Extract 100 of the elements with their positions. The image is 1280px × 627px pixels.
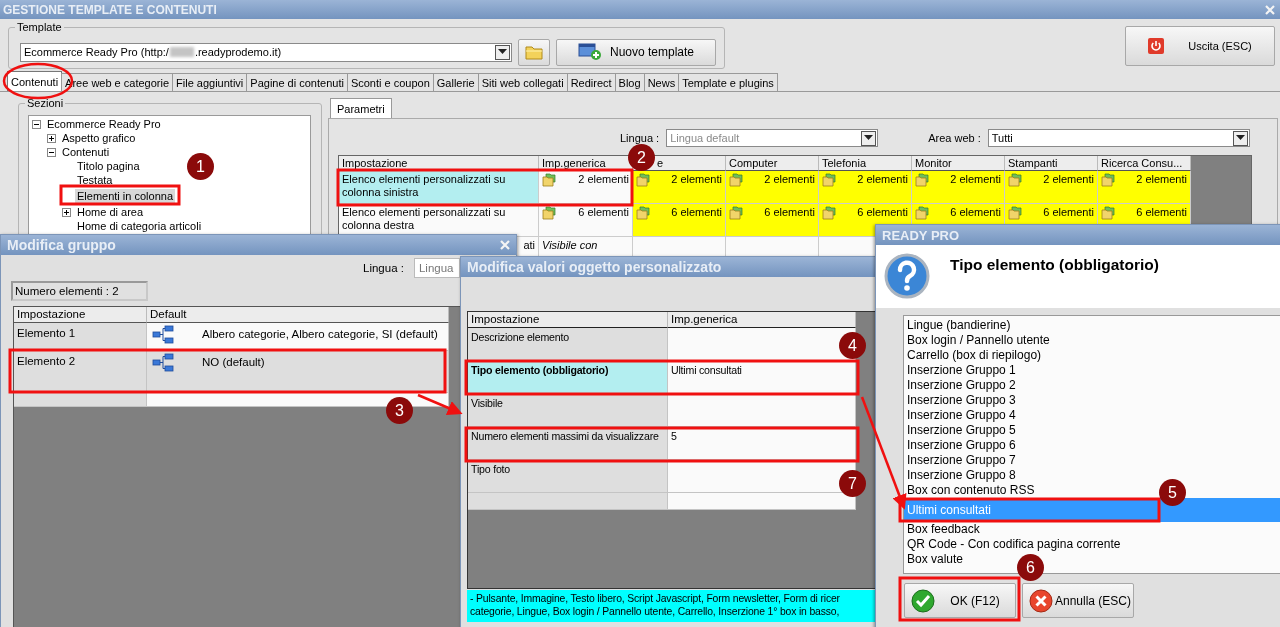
tab[interactable]: Blog xyxy=(614,73,645,91)
list-item[interactable]: Inserzione Gruppo 4 xyxy=(904,408,1018,423)
tree-item[interactable]: Aspetto grafico xyxy=(60,131,138,145)
folder-icon xyxy=(542,173,556,187)
field-label: Lingua : xyxy=(363,262,404,274)
list-item[interactable]: Inserzione Gruppo 5 xyxy=(904,423,1018,438)
table-cell: Descrizione elemento xyxy=(468,328,668,361)
table-cell: 2 elementi xyxy=(539,171,633,204)
list-item[interactable]: Inserzione Gruppo 2 xyxy=(904,378,1018,393)
table-cell: 2 elementi xyxy=(1005,171,1098,204)
tab[interactable]: Sconti e coupon xyxy=(346,73,434,91)
list-item[interactable]: Inserzione Gruppo 8 xyxy=(904,468,1018,483)
list-item[interactable]: Box login / Pannello utente xyxy=(904,333,1052,348)
table-cell: 6 elementi xyxy=(726,204,819,237)
pointer-arrow xyxy=(417,393,463,415)
tab[interactable]: Siti web collegati xyxy=(477,73,568,91)
column-header: Ricerca Consu... xyxy=(1098,156,1191,171)
list-item[interactable]: QR Code - Con codifica pagina corrente xyxy=(904,537,1123,552)
dropdown-button[interactable] xyxy=(1232,130,1248,146)
tab[interactable]: File aggiuntivi xyxy=(172,73,248,91)
tree-item[interactable]: Ecommerce Ready Pro xyxy=(45,117,163,131)
column-header: Stampanti xyxy=(1005,156,1098,171)
field-label: Area web : xyxy=(928,132,981,144)
help-text-line: - Pulsante, Immagine, Testo libero, Script Javascript, Form newsletter, Form di ricer xyxy=(470,592,841,605)
table-cell: 2 elementi xyxy=(819,171,912,204)
column-header: Computer xyxy=(726,156,819,171)
folder-icon xyxy=(915,206,929,220)
tree-item[interactable]: Titolo pagina xyxy=(75,159,142,173)
power-icon xyxy=(1148,38,1165,54)
cancel-icon xyxy=(1029,588,1053,613)
expand-toggle-icon[interactable] xyxy=(62,207,71,217)
list-item[interactable]: Lingue (bandierine) xyxy=(904,318,1013,333)
list-item[interactable]: Box valute xyxy=(904,552,966,567)
list-item[interactable]: Inserzione Gruppo 6 xyxy=(904,438,1018,453)
table-cell: 6 elementi xyxy=(633,204,726,237)
list-item[interactable]: Inserzione Gruppo 1 xyxy=(904,363,1018,378)
help-text-line: categorie, Lingue, Box login / Pannello utente, Carrello, Inserzione 1° box in basso, xyxy=(470,605,841,618)
folder-icon xyxy=(915,173,929,187)
list-item[interactable]: Carrello (box di riepilogo) xyxy=(904,348,1044,363)
dropdown-button[interactable] xyxy=(495,44,510,60)
close-icon[interactable] xyxy=(500,240,510,250)
cancel-button[interactable]: Annulla (ESC) xyxy=(1022,583,1134,618)
folder-icon xyxy=(542,206,556,220)
dialog-question: Tipo elemento (obbligatorio) xyxy=(950,256,1159,274)
table-cell: NO (default) xyxy=(147,351,449,393)
folder-icon xyxy=(1101,173,1115,187)
template-combo[interactable]: Ecommerce Ready Pro (http:/ .readyprodemo.it) xyxy=(20,42,512,62)
folder-icon xyxy=(822,206,836,220)
collapse-toggle-icon[interactable] xyxy=(47,147,56,157)
tab[interactable]: Pagine di contenuti xyxy=(246,73,348,91)
tab[interactable]: Contenuti xyxy=(7,71,63,91)
list-item[interactable]: Box con contenuto RSS xyxy=(904,483,1037,498)
table-cell: 2 elementi xyxy=(1098,171,1191,204)
group-label: Template xyxy=(15,21,64,34)
table-cell: Visibile con xyxy=(539,237,633,257)
list-item[interactable]: Inserzione Gruppo 3 xyxy=(904,393,1018,408)
list-item[interactable]: Inserzione Gruppo 7 xyxy=(904,453,1018,468)
folder-icon xyxy=(1008,173,1022,187)
tree-item[interactable]: Testata xyxy=(75,173,115,187)
window-plus-icon xyxy=(577,43,602,61)
area-combo[interactable]: Tutti xyxy=(987,129,1250,147)
tree-item[interactable]: Elementi in colonna xyxy=(75,189,175,203)
language-combo[interactable]: Lingua default xyxy=(666,129,879,147)
table-cell: 2 elementi xyxy=(912,171,1005,204)
list-item[interactable]: Box feedback xyxy=(904,522,982,537)
table-cell: 2 elementi xyxy=(633,171,726,204)
question-icon xyxy=(884,253,930,299)
table-cell: 2 elementi xyxy=(726,171,819,204)
tree-item[interactable]: Home di categoria articoli xyxy=(75,219,204,233)
column-header: Telefonia xyxy=(819,156,912,171)
folder-icon xyxy=(729,173,743,187)
caret-icon xyxy=(1235,135,1245,141)
hierarchy-icon xyxy=(152,325,174,345)
close-icon[interactable] xyxy=(1265,4,1275,15)
folder-icon xyxy=(729,206,743,220)
new-template-button[interactable]: Nuovo template xyxy=(556,38,716,66)
column-header: Imp.generica xyxy=(668,312,856,328)
ok-button[interactable]: OK (F12) xyxy=(904,583,1016,618)
column-header: Impostazione xyxy=(14,307,147,323)
language-combo[interactable]: Lingua xyxy=(413,258,460,278)
tree-item[interactable]: Contenuti xyxy=(60,145,112,159)
dropdown-button[interactable] xyxy=(861,130,877,146)
folder-icon xyxy=(822,173,836,187)
redaction-blur xyxy=(169,47,194,57)
tree-item[interactable]: Home di area xyxy=(75,205,146,219)
folder-icon xyxy=(1008,206,1022,220)
folder-icon xyxy=(525,44,543,60)
exit-button[interactable]: Uscita (ESC) xyxy=(1125,26,1275,66)
table-cell: Elemento 1 xyxy=(14,323,147,351)
caret-icon xyxy=(498,49,507,55)
caret-icon xyxy=(864,135,874,141)
column-header: Default xyxy=(147,307,449,323)
tab[interactable]: Template e plugins xyxy=(678,73,778,91)
folder-icon xyxy=(636,173,650,187)
tab[interactable]: Parametri xyxy=(330,98,392,118)
folder-icon xyxy=(1101,206,1115,220)
collapse-toggle-icon[interactable] xyxy=(32,119,41,129)
expand-toggle-icon[interactable] xyxy=(47,133,56,143)
hierarchy-icon xyxy=(152,353,174,373)
window-title: GESTIONE TEMPLATE E CONTENUTI xyxy=(3,2,217,17)
